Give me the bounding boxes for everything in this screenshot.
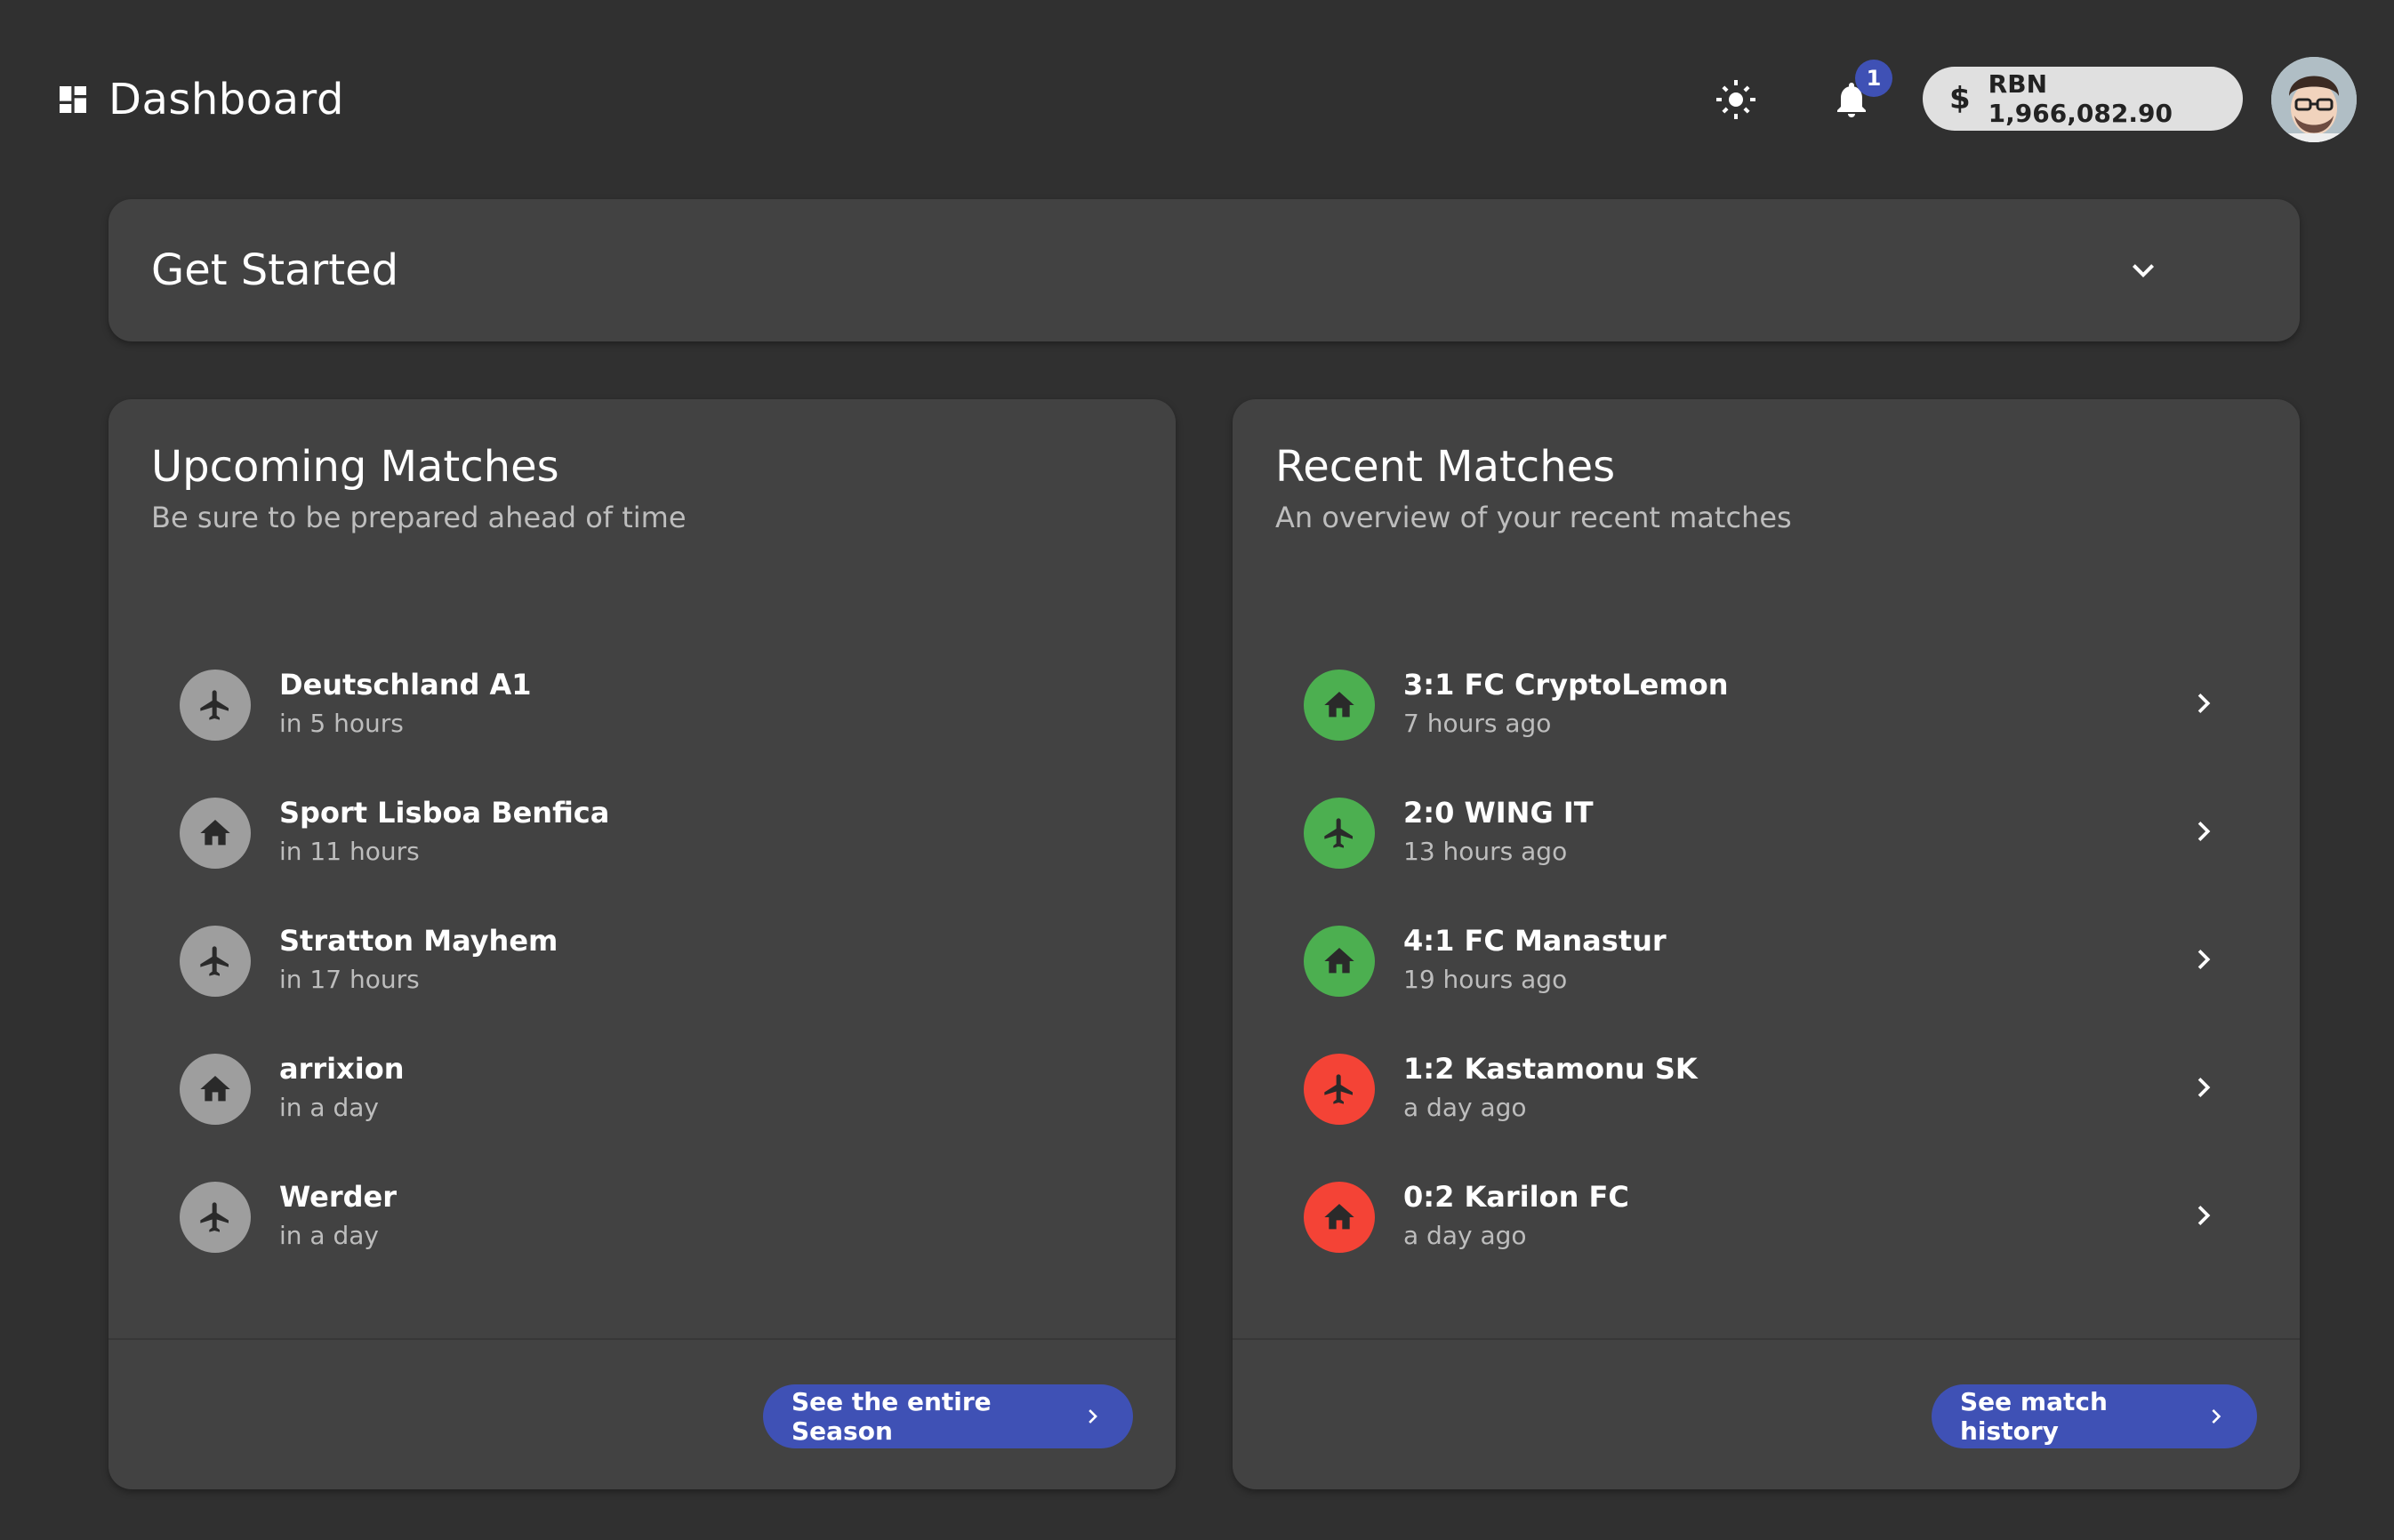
match-title: 3:1 FC CryptoLemon — [1403, 668, 1729, 702]
venue-avatar — [1304, 670, 1375, 741]
venue-avatar — [1304, 1182, 1375, 1253]
venue-avatar — [1304, 1054, 1375, 1125]
match-title: 4:1 FC Manastur — [1403, 924, 1667, 958]
recent-matches-card: Recent Matches An overview of your recen… — [1233, 399, 2300, 1489]
chevron-right-icon[interactable] — [2179, 806, 2229, 856]
airplane-icon — [1322, 815, 1357, 851]
venue-avatar — [180, 798, 251, 869]
match-title: 1:2 Kastamonu SK — [1403, 1052, 1698, 1086]
list-item: Stratton Mayhem in 17 hours — [151, 899, 1133, 1027]
list-item[interactable]: 0:2 Karilon FC a day ago — [1275, 1155, 2257, 1283]
theme-toggle-button[interactable] — [1700, 64, 1771, 135]
match-title: arrixion — [279, 1052, 405, 1086]
card-subtitle: Be sure to be prepared ahead of time — [151, 501, 687, 534]
match-title: Sport Lisboa Benfica — [279, 796, 610, 830]
brand: Dashboard — [55, 73, 344, 126]
notification-badge: 1 — [1855, 60, 1892, 97]
home-icon — [197, 815, 233, 851]
match-time: a day ago — [1403, 1221, 1527, 1250]
venue-avatar — [1304, 926, 1375, 997]
list-item: Deutschland A1 in 5 hours — [151, 643, 1133, 771]
venue-avatar — [180, 670, 251, 741]
chevron-down-icon[interactable] — [2122, 249, 2165, 292]
airplane-icon — [1322, 1071, 1357, 1107]
match-time: a day ago — [1403, 1093, 1527, 1122]
list-item[interactable]: 4:1 FC Manastur 19 hours ago — [1275, 899, 2257, 1027]
divider — [108, 1338, 1176, 1340]
venue-avatar — [1304, 798, 1375, 869]
home-icon — [1322, 1199, 1357, 1235]
chevron-right-icon[interactable] — [2179, 934, 2229, 984]
venue-avatar — [180, 1054, 251, 1125]
match-title: Stratton Mayhem — [279, 924, 558, 958]
button-label: See the entire Season — [791, 1387, 992, 1446]
dashboard-icon — [60, 86, 86, 113]
match-time: in a day — [279, 1221, 379, 1250]
avatar[interactable] — [2271, 57, 2357, 142]
upcoming-matches-card: Upcoming Matches Be sure to be prepared … — [108, 399, 1176, 1489]
see-season-button[interactable]: See the entire Season — [763, 1384, 1133, 1448]
dollar-icon: $ — [1949, 81, 1971, 116]
page-title: Dashboard — [108, 75, 344, 124]
match-title: 2:0 WING IT — [1403, 796, 1594, 830]
airplane-icon — [197, 687, 233, 723]
card-subtitle: An overview of your recent matches — [1275, 501, 1792, 534]
match-time: 19 hours ago — [1403, 965, 1568, 994]
list-item[interactable]: 1:2 Kastamonu SK a day ago — [1275, 1027, 2257, 1155]
match-title: Werder — [279, 1180, 398, 1214]
chevron-right-icon[interactable] — [2179, 1191, 2229, 1240]
match-time: 7 hours ago — [1403, 709, 1552, 738]
user-avatar-image — [2271, 57, 2357, 142]
recent-list: 3:1 FC CryptoLemon 7 hours ago 2:0 WING IT… — [1275, 643, 2257, 1283]
list-item: arrixion in a day — [151, 1027, 1133, 1155]
airplane-icon — [197, 943, 233, 979]
home-icon — [1322, 687, 1357, 723]
get-started-panel[interactable]: Get Started — [108, 199, 2300, 341]
match-title: 0:2 Karilon FC — [1403, 1180, 1629, 1214]
airplane-icon — [197, 1199, 233, 1235]
venue-avatar — [180, 926, 251, 997]
chevron-right-icon[interactable] — [2179, 678, 2229, 728]
balance-chip[interactable]: $ RBN 1,966,082.90 — [1923, 67, 2243, 131]
card-title: Recent Matches — [1275, 442, 1616, 492]
match-time: in a day — [279, 1093, 379, 1122]
home-icon — [1322, 943, 1357, 979]
chevron-right-icon — [1079, 1400, 1106, 1432]
chevron-right-icon[interactable] — [2179, 1063, 2229, 1112]
match-time: in 11 hours — [279, 837, 420, 866]
home-icon — [197, 1071, 233, 1107]
upcoming-list: Deutschland A1 in 5 hours Sport Lisboa Ben… — [151, 643, 1133, 1283]
list-item: Sport Lisboa Benfica in 11 hours — [151, 771, 1133, 899]
card-title: Upcoming Matches — [151, 442, 559, 492]
list-item[interactable]: 3:1 FC CryptoLemon 7 hours ago — [1275, 643, 2257, 771]
match-time: in 5 hours — [279, 709, 404, 738]
sun-icon — [1716, 80, 1755, 119]
match-title: Deutschland A1 — [279, 668, 532, 702]
divider — [1233, 1338, 2300, 1340]
match-time: 13 hours ago — [1403, 837, 1568, 866]
list-item[interactable]: 2:0 WING IT 13 hours ago — [1275, 771, 2257, 899]
see-match-history-button[interactable]: See match history — [1932, 1384, 2257, 1448]
list-item: Werder in a day — [151, 1155, 1133, 1283]
venue-avatar — [180, 1182, 251, 1253]
get-started-title: Get Started — [151, 245, 399, 295]
top-app-bar: Dashboard 1 $ RBN 1,966,082.90 — [0, 0, 2394, 197]
balance-amount: RBN 1,966,082.90 — [1988, 69, 2173, 128]
button-label: See match history — [1960, 1387, 2108, 1446]
match-time: in 17 hours — [279, 965, 420, 994]
chevron-right-icon — [2202, 1400, 2230, 1432]
